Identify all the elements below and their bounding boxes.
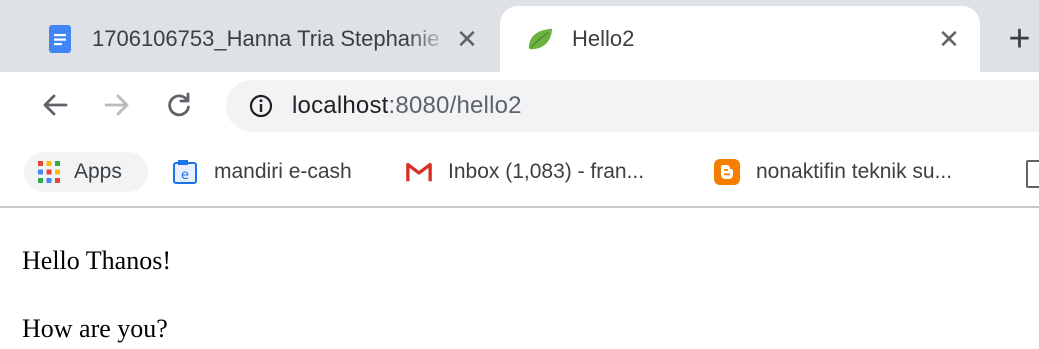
bookmark-gmail-inbox[interactable]: Inbox (1,083) - fran... xyxy=(406,152,644,192)
bookmark-label: nonaktifin teknik su... xyxy=(756,160,953,183)
bookmark-blogger[interactable]: nonaktifin teknik su... xyxy=(714,152,952,192)
svg-text:e: e xyxy=(181,168,189,183)
bookmarks-bar: Apps e mandiri e-cash Inbox (1,083) - fr… xyxy=(0,138,1039,208)
tab-hello2[interactable]: Hello2 ✕ xyxy=(500,6,980,72)
document-icon[interactable] xyxy=(1026,160,1039,188)
tab-title: 1706106753_Hanna Tria Stephanie xyxy=(92,26,440,51)
url-path: :8080/hello2 xyxy=(388,92,522,119)
info-icon[interactable] xyxy=(248,93,274,119)
apps-grid-icon xyxy=(36,159,62,185)
ecash-icon: e xyxy=(172,159,198,185)
bookmark-label: Inbox (1,083) - fran... xyxy=(448,160,645,183)
back-arrow-icon xyxy=(43,94,68,116)
address-bar[interactable]: localhost:8080/hello2 xyxy=(226,80,1039,132)
google-docs-icon xyxy=(46,25,74,53)
url-host: localhost xyxy=(292,92,389,119)
question-text: How are you? xyxy=(22,314,168,343)
page-content: Hello Thanos! How are you? xyxy=(0,210,1039,349)
blogger-icon xyxy=(714,159,740,185)
forward-arrow-icon xyxy=(104,94,129,116)
url-text[interactable]: localhost:8080/hello2 xyxy=(292,92,522,120)
back-button[interactable] xyxy=(34,84,76,126)
reload-icon xyxy=(168,92,190,117)
close-icon[interactable]: ✕ xyxy=(450,22,484,56)
tab-strip: 1706106753_Hanna Tria Stephanie ✕ Hello2… xyxy=(0,0,1039,72)
greeting-text: Hello Thanos! xyxy=(22,246,171,275)
bookmark-label: mandiri e-cash xyxy=(214,160,352,183)
spring-leaf-icon xyxy=(526,25,554,53)
browser-toolbar: localhost:8080/hello2 xyxy=(0,72,1039,138)
forward-button[interactable] xyxy=(96,84,138,126)
tab-hanna-document[interactable]: 1706106753_Hanna Tria Stephanie ✕ xyxy=(20,6,498,72)
bookmark-label: Apps xyxy=(74,160,122,183)
tab-title: Hello2 xyxy=(572,26,635,51)
gmail-icon xyxy=(406,159,432,185)
bookmark-apps[interactable]: Apps xyxy=(24,152,148,192)
close-icon[interactable]: ✕ xyxy=(932,22,966,56)
reload-button[interactable] xyxy=(158,84,200,126)
bookmark-mandiri-ecash[interactable]: e mandiri e-cash xyxy=(172,152,352,192)
new-tab-button[interactable]: + xyxy=(1000,14,1039,64)
